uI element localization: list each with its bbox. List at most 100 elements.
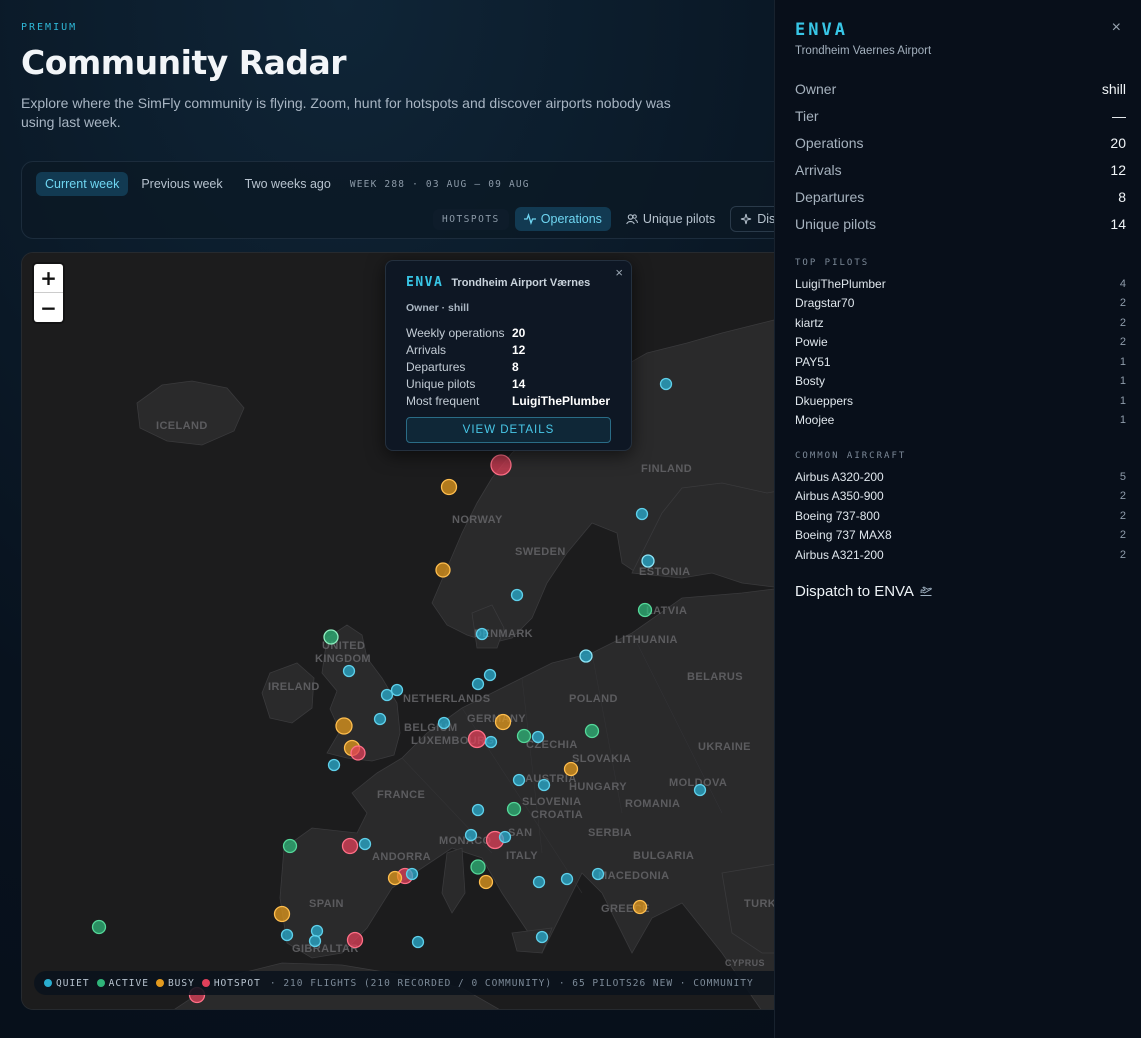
airport-marker[interactable]: [437, 716, 451, 730]
airport-marker[interactable]: [584, 723, 600, 739]
airport-marker[interactable]: [467, 729, 487, 749]
airport-marker[interactable]: [280, 928, 294, 942]
tab-current-week[interactable]: Current week: [36, 172, 129, 196]
aircraft-name: Airbus A320-200: [795, 469, 884, 484]
airport-marker[interactable]: [506, 801, 522, 817]
airport-marker[interactable]: [537, 778, 551, 792]
stat-value: 14: [1110, 215, 1126, 232]
airport-marker[interactable]: [478, 874, 494, 890]
panel-airport-name: Trondheim Vaernes Airport: [795, 45, 932, 57]
popup-row-value: 12: [512, 342, 526, 357]
airport-marker[interactable]: [635, 507, 649, 521]
airport-marker[interactable]: [273, 905, 291, 923]
airport-marker[interactable]: [323, 629, 339, 645]
airport-marker[interactable]: [342, 664, 356, 678]
airport-marker[interactable]: [693, 783, 707, 797]
airport-marker[interactable]: [471, 677, 485, 691]
airport-marker[interactable]: [411, 935, 425, 949]
pilot-row: Bosty 1: [795, 372, 1126, 392]
airport-marker[interactable]: [563, 761, 579, 777]
popup-row-label: Unique pilots: [406, 376, 476, 391]
panel-close-button[interactable]: ×: [1112, 19, 1121, 37]
airport-marker[interactable]: [387, 870, 403, 886]
airport-marker[interactable]: [373, 712, 387, 726]
popup-row-label: Most frequent: [406, 393, 480, 408]
airport-marker[interactable]: [358, 837, 372, 851]
common-aircraft-heading: COMMON AIRCRAFT: [795, 451, 907, 461]
airport-marker[interactable]: [591, 867, 605, 881]
popup-airport-name: Trondheim Airport Værnes: [451, 277, 591, 289]
airport-marker[interactable]: [405, 867, 419, 881]
airport-marker[interactable]: [380, 688, 394, 702]
airport-marker[interactable]: [471, 803, 485, 817]
stat-label: Owner: [795, 80, 837, 97]
airport-marker[interactable]: [498, 830, 512, 844]
airport-marker[interactable]: [341, 837, 359, 855]
airport-marker[interactable]: [335, 717, 353, 735]
panel-stats: Owner shill Tier — Operations 20 Arrivals 12…: [795, 75, 1126, 237]
metric-unique-pilots-button[interactable]: Unique pilots: [617, 207, 724, 231]
dispatch-link[interactable]: Dispatch to ENVA: [795, 583, 1126, 600]
legend-active: ACTIVE: [96, 978, 149, 989]
airport-marker[interactable]: [483, 668, 497, 682]
aircraft-row: Airbus A350-900 2: [795, 487, 1126, 507]
popup-row-departures: Departures 8: [406, 358, 611, 375]
pilot-count: 2: [1119, 336, 1126, 349]
airport-marker[interactable]: [532, 875, 546, 889]
airport-marker[interactable]: [91, 919, 107, 935]
popup-row-weekly-operations: Weekly operations 20: [406, 324, 611, 341]
radar-map[interactable]: ICELAND NORWAY SWEDEN FINLAND ESTONIA LA…: [21, 252, 821, 1010]
zoom-out-button[interactable]: −: [34, 293, 63, 322]
airport-marker[interactable]: [310, 924, 324, 938]
airport-marker[interactable]: [390, 683, 404, 697]
airport-marker[interactable]: [494, 713, 512, 731]
stat-owner: Owner shill: [795, 75, 1126, 102]
week-range-label: WEEK 288 · 03 AUG – 09 AUG: [349, 178, 530, 190]
airport-marker[interactable]: [659, 377, 673, 391]
airport-marker[interactable]: [327, 758, 341, 772]
page-subtitle: Explore where the SimFly community is fl…: [21, 95, 671, 130]
tab-two-weeks-ago[interactable]: Two weeks ago: [236, 172, 340, 196]
aircraft-count: 2: [1119, 490, 1126, 503]
popup-row-most-frequent: Most frequent LuigiThePlumber: [406, 392, 611, 409]
airport-marker[interactable]: [560, 872, 574, 886]
popup-stats: Weekly operations 20 Arrivals 12 Departure…: [406, 324, 611, 409]
metric-unique-pilots-label: Unique pilots: [642, 212, 716, 226]
airport-popup: × ENVA Trondheim Airport Værnes Owner · …: [385, 260, 632, 451]
metric-discover-label: Dis: [757, 212, 776, 226]
airport-marker[interactable]: [440, 478, 458, 496]
airport-marker[interactable]: [531, 730, 545, 744]
stat-value: 20: [1110, 134, 1126, 151]
airport-marker[interactable]: [512, 773, 526, 787]
airport-marker[interactable]: [308, 934, 322, 948]
view-details-button[interactable]: VIEW DETAILS: [406, 417, 611, 443]
airport-marker[interactable]: [637, 602, 653, 618]
zoom-in-button[interactable]: +: [34, 264, 63, 293]
premium-eyebrow: PREMIUM: [21, 22, 78, 33]
airport-marker[interactable]: [484, 735, 498, 749]
airport-marker[interactable]: [632, 899, 648, 915]
airport-marker[interactable]: [510, 588, 524, 602]
pilot-count: 1: [1119, 375, 1126, 388]
legend-dot-quiet: [44, 979, 52, 987]
airport-marker[interactable]: [516, 728, 532, 744]
airport-marker[interactable]: [475, 627, 489, 641]
stat-operations: Operations 20: [795, 129, 1126, 156]
airport-marker[interactable]: [464, 828, 478, 842]
airport-marker-enva[interactable]: [490, 454, 512, 476]
plane-takeoff-icon: [920, 586, 932, 596]
tab-previous-week[interactable]: Previous week: [132, 172, 231, 196]
airport-marker[interactable]: [470, 859, 486, 875]
popup-close-button[interactable]: ×: [615, 265, 623, 280]
airport-marker[interactable]: [282, 838, 298, 854]
legend-stats: · 210 FLIGHTS (210 RECORDED / 0 COMMUNIT…: [269, 977, 754, 989]
legend-quiet-label: QUIET: [56, 977, 90, 989]
metric-operations-button[interactable]: Operations: [514, 207, 611, 231]
airport-marker[interactable]: [346, 931, 364, 949]
airport-marker[interactable]: [579, 649, 593, 663]
airport-marker[interactable]: [435, 562, 451, 578]
airport-marker[interactable]: [350, 745, 366, 761]
airport-marker[interactable]: [535, 930, 549, 944]
airport-marker[interactable]: [641, 554, 655, 568]
pilot-name: kiartz: [795, 315, 824, 330]
